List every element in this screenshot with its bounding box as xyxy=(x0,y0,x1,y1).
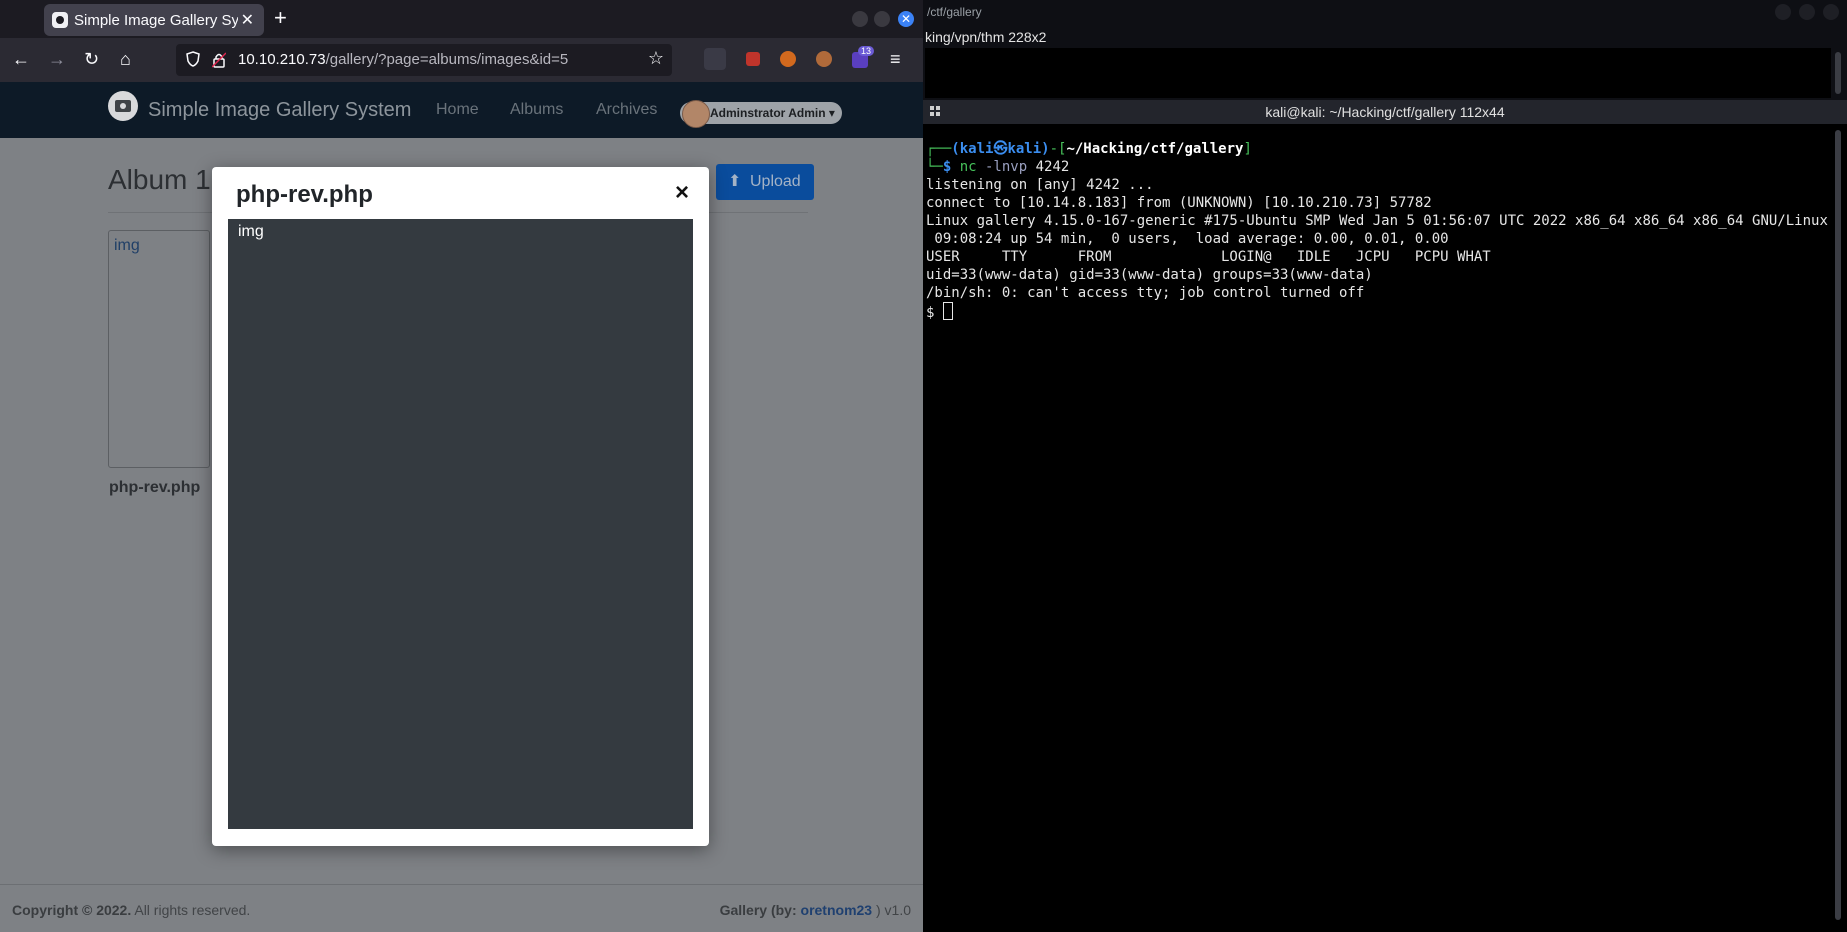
output-line: /bin/sh: 0: can't access tty; job contro… xyxy=(926,285,1365,301)
terminal-maximize-button[interactable] xyxy=(1799,4,1815,20)
terminal-titlebar: kali@kali: ~/Hacking/ctf/gallery 112x44 xyxy=(923,100,1847,124)
footer-copyright-rest: All rights reserved. xyxy=(131,902,251,918)
top-terminal-scrollbar[interactable] xyxy=(1835,52,1841,94)
page-title: Album 1 xyxy=(108,164,211,195)
command-name: nc xyxy=(959,159,977,175)
reload-icon[interactable]: ↻ xyxy=(84,48,99,70)
output-line: listening on [any] 4242 ... xyxy=(926,177,1154,193)
extension-cookie-icon[interactable] xyxy=(816,51,832,67)
site-favicon-icon xyxy=(52,12,68,28)
output-line: Linux gallery 4.15.0-167-generic #175-Ub… xyxy=(926,213,1828,229)
terminal-cursor[interactable] xyxy=(942,302,953,320)
footer-credit-pre: Gallery (by: xyxy=(719,902,801,918)
main-terminal-pane[interactable]: kali@kali: ~/Hacking/ctf/gallery 112x44 … xyxy=(923,100,1847,932)
minimize-window-button[interactable] xyxy=(852,11,868,27)
url-text[interactable]: 10.10.210.73/gallery/?page=albums/images… xyxy=(238,51,568,68)
forward-arrow-icon[interactable]: → xyxy=(48,48,66,70)
browser-window: Simple Image Gallery System ✕ + ✕ ← → ↻ … xyxy=(0,0,923,932)
camera-logo-icon[interactable] xyxy=(108,91,138,121)
prompt-frame-close: ] xyxy=(1243,141,1252,157)
prompt-user: (kali㉿kali) xyxy=(951,141,1050,157)
terminal-minimize-button[interactable] xyxy=(1775,4,1791,20)
terminal-title: kali@kali: ~/Hacking/ctf/gallery 112x44 xyxy=(1265,104,1505,120)
modal-image-area: img xyxy=(228,219,693,829)
prompt-frame-bottom: └─ xyxy=(926,159,943,175)
prompt-frame-sep: -[ xyxy=(1049,141,1067,157)
user-name: Adminstrator Admin xyxy=(710,106,826,120)
nav-archives-link[interactable]: Archives xyxy=(596,101,657,119)
footer-version: ) v1.0 xyxy=(872,902,911,918)
hamburger-menu-icon[interactable]: ≡ xyxy=(890,48,901,70)
modal-close-icon[interactable]: × xyxy=(675,179,689,207)
prompt-frame-top: ┌── xyxy=(926,141,952,157)
upload-button[interactable]: ⬆ Upload xyxy=(716,164,814,200)
site-brand[interactable]: Simple Image Gallery System xyxy=(148,99,411,122)
home-icon[interactable]: ⌂ xyxy=(120,48,131,70)
user-menu-dropdown[interactable]: Adminstrator Admin ▾ xyxy=(680,100,842,128)
terminal-scrollbar[interactable] xyxy=(1835,130,1841,920)
thumbnail-alt-text: img xyxy=(114,237,140,254)
author-link[interactable]: oretnom23 xyxy=(801,902,873,918)
extension-lock-icon[interactable] xyxy=(746,52,760,66)
shell-prompt: $ xyxy=(926,305,943,321)
extension-badge-count: 13 xyxy=(857,46,874,56)
user-menu-label: Adminstrator Admin ▾ xyxy=(710,106,835,120)
output-line: 09:08:24 up 54 min, 0 users, load averag… xyxy=(926,231,1449,247)
browser-tab[interactable]: Simple Image Gallery System ✕ xyxy=(44,4,264,36)
tab-title: Simple Image Gallery System xyxy=(74,12,238,29)
image-preview-modal: php-rev.php × img xyxy=(212,167,709,846)
address-bar[interactable]: 10.10.210.73/gallery/?page=albums/images… xyxy=(176,44,672,76)
site-footer: Copyright © 2022. All rights reserved. G… xyxy=(0,884,923,932)
modal-title: php-rev.php xyxy=(236,181,373,208)
image-thumbnail[interactable]: img xyxy=(108,230,210,468)
top-terminal-line: king/vpn/thm 228x2 xyxy=(925,29,1047,45)
prompt-dir: ~/Hacking/ctf/gallery xyxy=(1066,141,1244,157)
thumbnail-filename: php-rev.php xyxy=(109,479,201,496)
command-port: 4242 xyxy=(1035,159,1070,175)
new-tab-button[interactable]: + xyxy=(274,6,287,30)
output-line: uid=33(www-data) gid=33(www-data) groups… xyxy=(926,267,1373,283)
url-host: 10.10.210.73 xyxy=(238,51,326,68)
nav-albums-link[interactable]: Albums xyxy=(510,101,563,119)
extension-foxy-icon[interactable] xyxy=(780,51,796,67)
upload-icon: ⬆ xyxy=(728,173,742,190)
footer-copyright: Copyright © 2022. All rights reserved. xyxy=(12,902,250,918)
web-page: Simple Image Gallery System Home Albums … xyxy=(0,82,923,932)
command-args: -lnvp xyxy=(976,159,1036,175)
insecure-lock-icon[interactable] xyxy=(212,52,226,68)
tab-close-icon[interactable]: ✕ xyxy=(241,10,254,30)
pocket-icon[interactable] xyxy=(704,48,726,70)
site-navbar: Simple Image Gallery System Home Albums … xyxy=(0,82,923,138)
url-path: /gallery/?page=albums/images&id=5 xyxy=(325,51,569,68)
back-arrow-icon[interactable]: ← xyxy=(12,48,30,70)
nav-home-link[interactable]: Home xyxy=(436,101,479,119)
terminal-close-button[interactable] xyxy=(1823,4,1839,20)
footer-copyright-bold: Copyright © 2022. xyxy=(12,902,132,918)
upload-button-label: Upload xyxy=(750,173,801,190)
output-line: USER TTY FROM LOGIN@ IDLE JCPU PCPU WHAT xyxy=(926,249,1491,265)
tab-bar: Simple Image Gallery System ✕ + ✕ xyxy=(0,0,923,38)
modal-image-alt-text: img xyxy=(238,223,264,240)
bookmark-star-icon[interactable]: ☆ xyxy=(648,48,664,69)
navigation-toolbar: ← → ↻ ⌂ 10.10.210.73/gallery/?page=album… xyxy=(0,38,923,82)
tracking-shield-icon[interactable] xyxy=(186,51,200,67)
output-line: connect to [10.14.8.183] from (UNKNOWN) … xyxy=(926,195,1432,211)
extension-hackbar-icon[interactable]: 13 xyxy=(852,46,874,68)
top-terminal-title: /ctf/gallery xyxy=(927,5,982,19)
top-terminal-pane[interactable] xyxy=(925,48,1831,98)
close-window-button[interactable]: ✕ xyxy=(898,11,914,27)
prompt-dollar: $ xyxy=(942,159,960,175)
terminal-area: /ctf/gallery king/vpn/thm 228x2 kali@kal… xyxy=(923,0,1847,932)
maximize-window-button[interactable] xyxy=(874,11,890,27)
footer-credit: Gallery (by: oretnom23 ) v1.0 xyxy=(720,902,911,918)
terminal-output: ┌──(kali㉿kali)-[~/Hacking/ctf/gallery] └… xyxy=(926,140,1828,322)
avatar xyxy=(682,100,710,128)
